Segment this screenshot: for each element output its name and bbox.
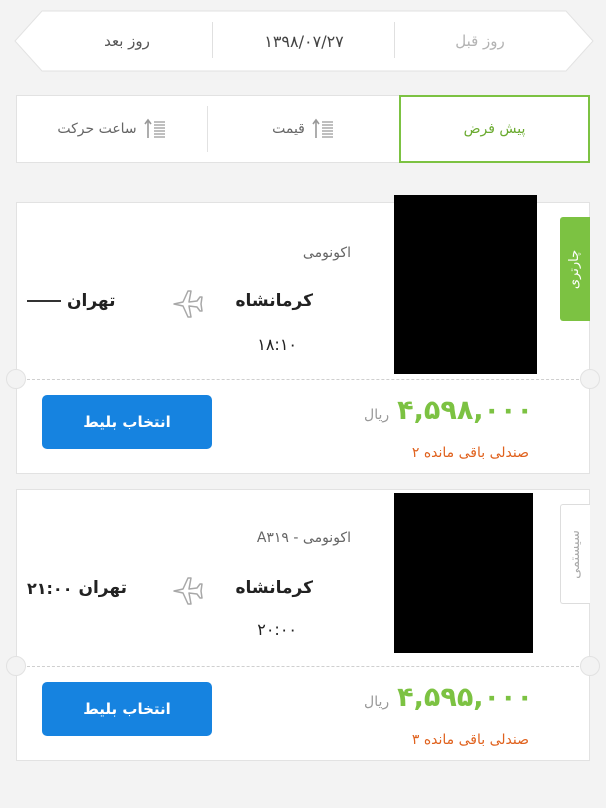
- sort-default[interactable]: پیش فرض: [399, 95, 590, 163]
- airplane-icon: [173, 290, 203, 318]
- current-date: ۱۳۹۸/۰۷/۲۷: [214, 10, 394, 72]
- next-day-button[interactable]: روز بعد: [42, 10, 212, 72]
- origin-city: کرمانشاه: [235, 578, 313, 598]
- sort-by-departure-time[interactable]: ساعت حرکت: [17, 96, 207, 162]
- destination: تهران: [27, 291, 157, 311]
- cabin-class: اکونومی: [302, 245, 351, 261]
- ticket-notch: [580, 656, 600, 676]
- currency: ریال: [364, 407, 390, 423]
- select-ticket-button[interactable]: انتخاب بلیط: [42, 682, 212, 736]
- destination: تهران ۲۱:۰۰: [27, 578, 157, 598]
- prev-day-label: روز قبل: [455, 32, 505, 50]
- cabin-class: A۳۱۹ - اکونومی: [256, 530, 351, 546]
- divider: [212, 22, 213, 58]
- date-navigator: روز بعد ۱۳۹۸/۰۷/۲۷ روز قبل: [14, 10, 594, 72]
- destination-city: تهران: [67, 291, 116, 311]
- price-amount: ۴,۵۹۸,۰۰۰: [397, 395, 533, 426]
- origin-city: کرمانشاه: [235, 291, 313, 311]
- airline-logo: [394, 195, 537, 374]
- sort-arrow-lines-icon: [312, 118, 333, 138]
- price: ۴,۵۹۵,۰۰۰ ریال: [364, 682, 533, 713]
- flight-type-label: چارتری: [567, 249, 583, 289]
- arrival-time: ۲۱:۰۰: [27, 578, 73, 598]
- sort-by-price[interactable]: قیمت: [208, 96, 399, 162]
- ticket-notch: [6, 656, 26, 676]
- flight-card: چارتری اکونومی تهران کرمانشاه ۱۸:۱۰ ۴,۵۹…: [6, 195, 600, 474]
- departure-time: ۱۸:۱۰: [257, 335, 297, 354]
- route: تهران ۲۱:۰۰ کرمانشاه: [27, 577, 589, 608]
- divider: [17, 666, 589, 667]
- sort-default-label: پیش فرض: [463, 121, 526, 137]
- airline-logo: [394, 493, 533, 653]
- airplane-icon: [173, 577, 203, 605]
- select-ticket-button[interactable]: انتخاب بلیط: [42, 395, 212, 449]
- price: ۴,۵۹۸,۰۰۰ ریال: [364, 395, 533, 426]
- route: تهران کرمانشاه: [27, 290, 589, 321]
- seats-remaining: ۲ صندلی باقی مانده: [411, 445, 529, 461]
- sort-price-label: قیمت: [272, 121, 305, 137]
- seats-remaining: ۳ صندلی باقی مانده: [411, 732, 529, 748]
- price-amount: ۴,۵۹۵,۰۰۰: [397, 682, 533, 713]
- ticket-notch: [6, 369, 26, 389]
- next-day-label: روز بعد: [104, 32, 150, 50]
- arrival-time-placeholder: [27, 300, 61, 302]
- current-date-label: ۱۳۹۸/۰۷/۲۷: [264, 31, 344, 51]
- prev-day-button[interactable]: روز قبل: [394, 10, 566, 72]
- sort-time-label: ساعت حرکت: [57, 121, 137, 137]
- departure-time: ۲۰:۰۰: [257, 620, 297, 639]
- sort-bar: ساعت حرکت قیمت پیش فرض: [16, 95, 590, 163]
- sort-arrow-lines-icon: [144, 118, 165, 138]
- destination-city: تهران: [78, 578, 127, 598]
- flight-card: سیستمی A۳۱۹ - اکونومی تهران ۲۱:۰۰ کرمانش…: [6, 489, 600, 761]
- divider: [17, 379, 589, 380]
- ticket-notch: [580, 369, 600, 389]
- currency: ریال: [364, 694, 390, 710]
- flight-type-label: سیستمی: [568, 529, 583, 579]
